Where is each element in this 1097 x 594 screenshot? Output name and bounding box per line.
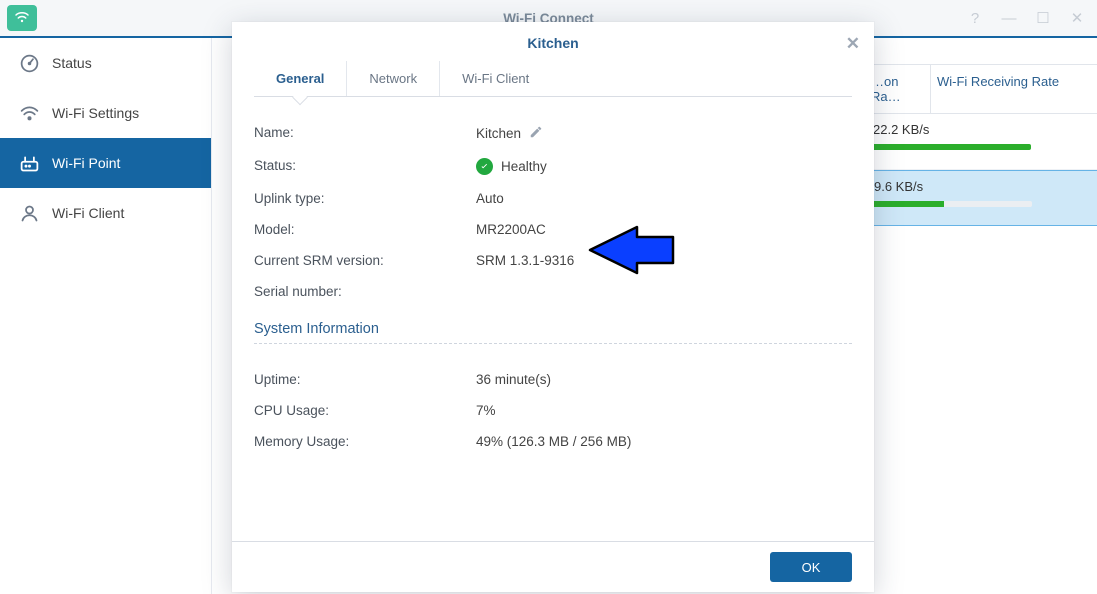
field-model: Model: MR2200AC xyxy=(254,214,852,245)
close-icon[interactable]: ✕ xyxy=(846,34,860,54)
help-button[interactable]: ? xyxy=(963,6,987,30)
app-icon xyxy=(7,5,37,31)
model-value: MR2200AC xyxy=(476,222,546,237)
tab-wifi-client[interactable]: Wi-Fi Client xyxy=(440,61,551,96)
sidebar-item-status[interactable]: Status xyxy=(0,38,211,88)
window-controls: ? — ☐ ✕ xyxy=(963,6,1089,30)
rate-bar xyxy=(872,201,1032,207)
user-icon xyxy=(18,202,40,224)
rate-bar xyxy=(871,144,1031,150)
gauge-icon xyxy=(18,52,40,74)
table-row[interactable]: 22.2 KB/s xyxy=(867,114,1097,170)
column-header-partial[interactable]: …on Ra… xyxy=(867,64,930,114)
wifi-icon xyxy=(18,102,40,124)
ok-button[interactable]: OK xyxy=(770,552,852,582)
field-serial: Serial number: xyxy=(254,276,852,307)
status-value: Healthy xyxy=(501,159,547,174)
table-partial: …on Ra… Wi-Fi Receiving Rate 22.2 KB/s 9… xyxy=(867,64,1097,226)
sidebar-item-wifi-client[interactable]: Wi-Fi Client xyxy=(0,188,211,238)
field-srm-version: Current SRM version: SRM 1.3.1-9316 xyxy=(254,245,852,276)
rate-value: 9.6 KB/s xyxy=(872,179,1093,194)
sidebar-item-label: Status xyxy=(52,55,92,71)
tabs: General Network Wi-Fi Client xyxy=(254,61,852,97)
srm-version-value: SRM 1.3.1-9316 xyxy=(476,253,574,268)
router-icon xyxy=(18,152,40,174)
close-button[interactable]: ✕ xyxy=(1065,6,1089,30)
field-uplink: Uplink type: Auto xyxy=(254,183,852,214)
column-header-receiving-rate[interactable]: Wi-Fi Receiving Rate xyxy=(930,64,1097,114)
uptime-value: 36 minute(s) xyxy=(476,372,551,387)
section-system-information: System Information xyxy=(254,321,852,344)
field-status: Status: Healthy xyxy=(254,150,852,183)
dialog-footer: OK xyxy=(232,541,874,592)
maximize-button[interactable]: ☐ xyxy=(1031,6,1055,30)
sidebar-item-wifi-point[interactable]: Wi-Fi Point xyxy=(0,138,211,188)
field-cpu: CPU Usage: 7% xyxy=(254,395,852,426)
cpu-value: 7% xyxy=(476,403,496,418)
wifi-point-details-dialog: Kitchen ✕ General Network Wi-Fi Client N… xyxy=(232,22,874,592)
tab-network[interactable]: Network xyxy=(347,61,440,96)
minimize-button[interactable]: — xyxy=(997,6,1021,30)
sidebar-item-wifi-settings[interactable]: Wi-Fi Settings xyxy=(0,88,211,138)
memory-value: 49% (126.3 MB / 256 MB) xyxy=(476,434,631,449)
sidebar-item-label: Wi-Fi Point xyxy=(52,155,120,171)
dialog-title: Kitchen ✕ xyxy=(232,22,874,61)
check-circle-icon xyxy=(476,158,493,175)
table-row[interactable]: 9.6 KB/s xyxy=(867,170,1097,226)
rate-value: 22.2 KB/s xyxy=(871,122,1093,137)
uplink-value: Auto xyxy=(476,191,504,206)
dialog-title-text: Kitchen xyxy=(527,35,578,51)
name-value: Kitchen xyxy=(476,126,521,141)
tab-general[interactable]: General xyxy=(254,61,347,96)
field-name: Name: Kitchen xyxy=(254,117,852,150)
sidebar-item-label: Wi-Fi Settings xyxy=(52,105,139,121)
sidebar: Status Wi-Fi Settings Wi-Fi Point Wi-Fi … xyxy=(0,38,212,594)
pencil-icon[interactable] xyxy=(529,125,543,142)
field-uptime: Uptime: 36 minute(s) xyxy=(254,364,852,395)
sidebar-item-label: Wi-Fi Client xyxy=(52,205,124,221)
field-memory: Memory Usage: 49% (126.3 MB / 256 MB) xyxy=(254,426,852,457)
